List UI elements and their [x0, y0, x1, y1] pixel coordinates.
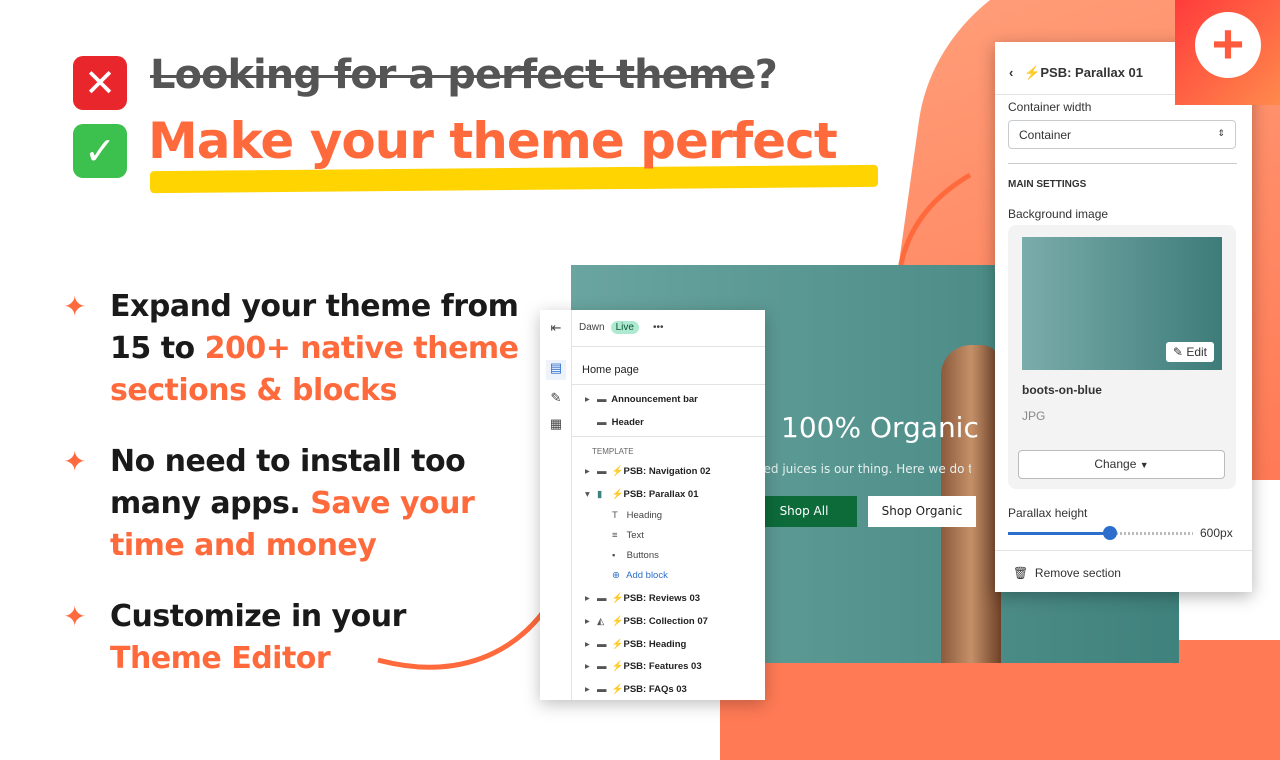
- exit-icon[interactable]: ⇤: [546, 320, 566, 340]
- parallax-height-slider[interactable]: [1008, 526, 1193, 540]
- section-item[interactable]: ▸ ▬ ⚡PSB: Reviews 03: [585, 593, 700, 604]
- section-announcement[interactable]: ▸ ▬ Announcement bar: [585, 394, 698, 405]
- remove-section-button[interactable]: 🗑 Remove section: [1013, 566, 1121, 580]
- back-button[interactable]: ‹: [1009, 65, 1013, 80]
- shop-organic-button[interactable]: Shop Organic: [868, 496, 976, 527]
- editor-rail: ⇤ ▤ ✎ ▦: [540, 310, 572, 700]
- parallax-height-value: 600px: [1200, 526, 1233, 540]
- sparkle-icon: ✦: [63, 446, 87, 477]
- section-item[interactable]: ▸ ▬ ⚡PSB: FAQs 03: [585, 684, 687, 695]
- change-image-button[interactable]: Change ▼: [1018, 450, 1225, 479]
- block-heading[interactable]: T Heading: [612, 510, 662, 521]
- trash-icon: 🗑: [1013, 566, 1029, 580]
- section-settings-panel: ‹ ⚡PSB: Parallax 01 Container width Cont…: [995, 42, 1252, 592]
- page-title: Home page: [582, 364, 639, 376]
- add-block-button[interactable]: ⊕ Add block: [612, 570, 668, 581]
- app-logo: +: [1175, 0, 1280, 105]
- theme-editor-sidebar: ⇤ ▤ ✎ ▦ Dawn Live ••• Home page ▸ ▬ Announc…: [540, 310, 765, 700]
- parallax-height-label: Parallax height: [1008, 506, 1088, 520]
- shop-all-button[interactable]: Shop All: [751, 496, 857, 527]
- block-text[interactable]: ≡ Text: [612, 530, 644, 541]
- background-image-thumbnail: ✎ Edit: [1022, 237, 1222, 370]
- select-arrows-icon: ⇕: [1217, 128, 1225, 138]
- section-item[interactable]: ▸ ▬ ⚡PSB: Features 03: [585, 661, 702, 672]
- slider-thumb[interactable]: [1102, 526, 1117, 540]
- plus-icon: +: [1195, 12, 1261, 78]
- editor-topbar: Dawn Live •••: [572, 310, 765, 347]
- main-settings-heading: MAIN SETTINGS: [1008, 179, 1087, 190]
- file-type: JPG: [1022, 409, 1046, 423]
- section-item[interactable]: ▾ ▮ ⚡PSB: Parallax 01: [585, 489, 698, 500]
- caret-down-icon: ▼: [1139, 460, 1149, 470]
- container-width-select[interactable]: Container ⇕: [1008, 120, 1236, 149]
- section-item[interactable]: ▸ ▬ ⚡PSB: Navigation 02: [585, 466, 711, 477]
- theme-settings-icon[interactable]: ✎: [546, 390, 566, 410]
- sparkle-icon: ✦: [63, 291, 87, 322]
- check-mark-icon: ✓: [73, 124, 127, 178]
- template-label: TEMPLATE: [592, 447, 634, 456]
- edit-image-button[interactable]: ✎ Edit: [1165, 342, 1214, 362]
- pencil-icon: ✎: [1172, 345, 1183, 359]
- crossed-headline: Looking for a perfect theme?: [150, 52, 778, 98]
- section-item[interactable]: ▸ ◭ ⚡PSB: Collection 07: [585, 616, 708, 627]
- section-item[interactable]: ▸ ▬ ⚡PSB: Heading: [585, 639, 686, 650]
- arrow-to-editor: [377, 569, 568, 670]
- preview-text: ssed juices is our thing. Here we do thi…: [751, 462, 971, 476]
- background-image-label: Background image: [1008, 207, 1109, 221]
- block-buttons[interactable]: ▪ Buttons: [612, 550, 659, 561]
- live-badge: Live: [610, 321, 639, 334]
- apps-icon[interactable]: ▦: [546, 416, 566, 436]
- theme-name: Dawn: [579, 322, 605, 333]
- more-button[interactable]: •••: [653, 322, 664, 333]
- cross-mark-icon: ✕: [73, 56, 127, 110]
- sparkle-icon: ✦: [63, 601, 87, 632]
- container-width-label: Container width: [1008, 100, 1092, 114]
- sections-icon[interactable]: ▤: [546, 360, 566, 380]
- background-image-card: ✎ Edit boots-on-blue JPG Change ▼: [1008, 225, 1236, 489]
- file-name: boots-on-blue: [1022, 383, 1102, 397]
- preview-heading: 100% Organic: [781, 411, 979, 444]
- section-header[interactable]: ▬ Header: [597, 417, 644, 428]
- panel-title: ‹ ⚡PSB: Parallax 01: [1009, 65, 1143, 80]
